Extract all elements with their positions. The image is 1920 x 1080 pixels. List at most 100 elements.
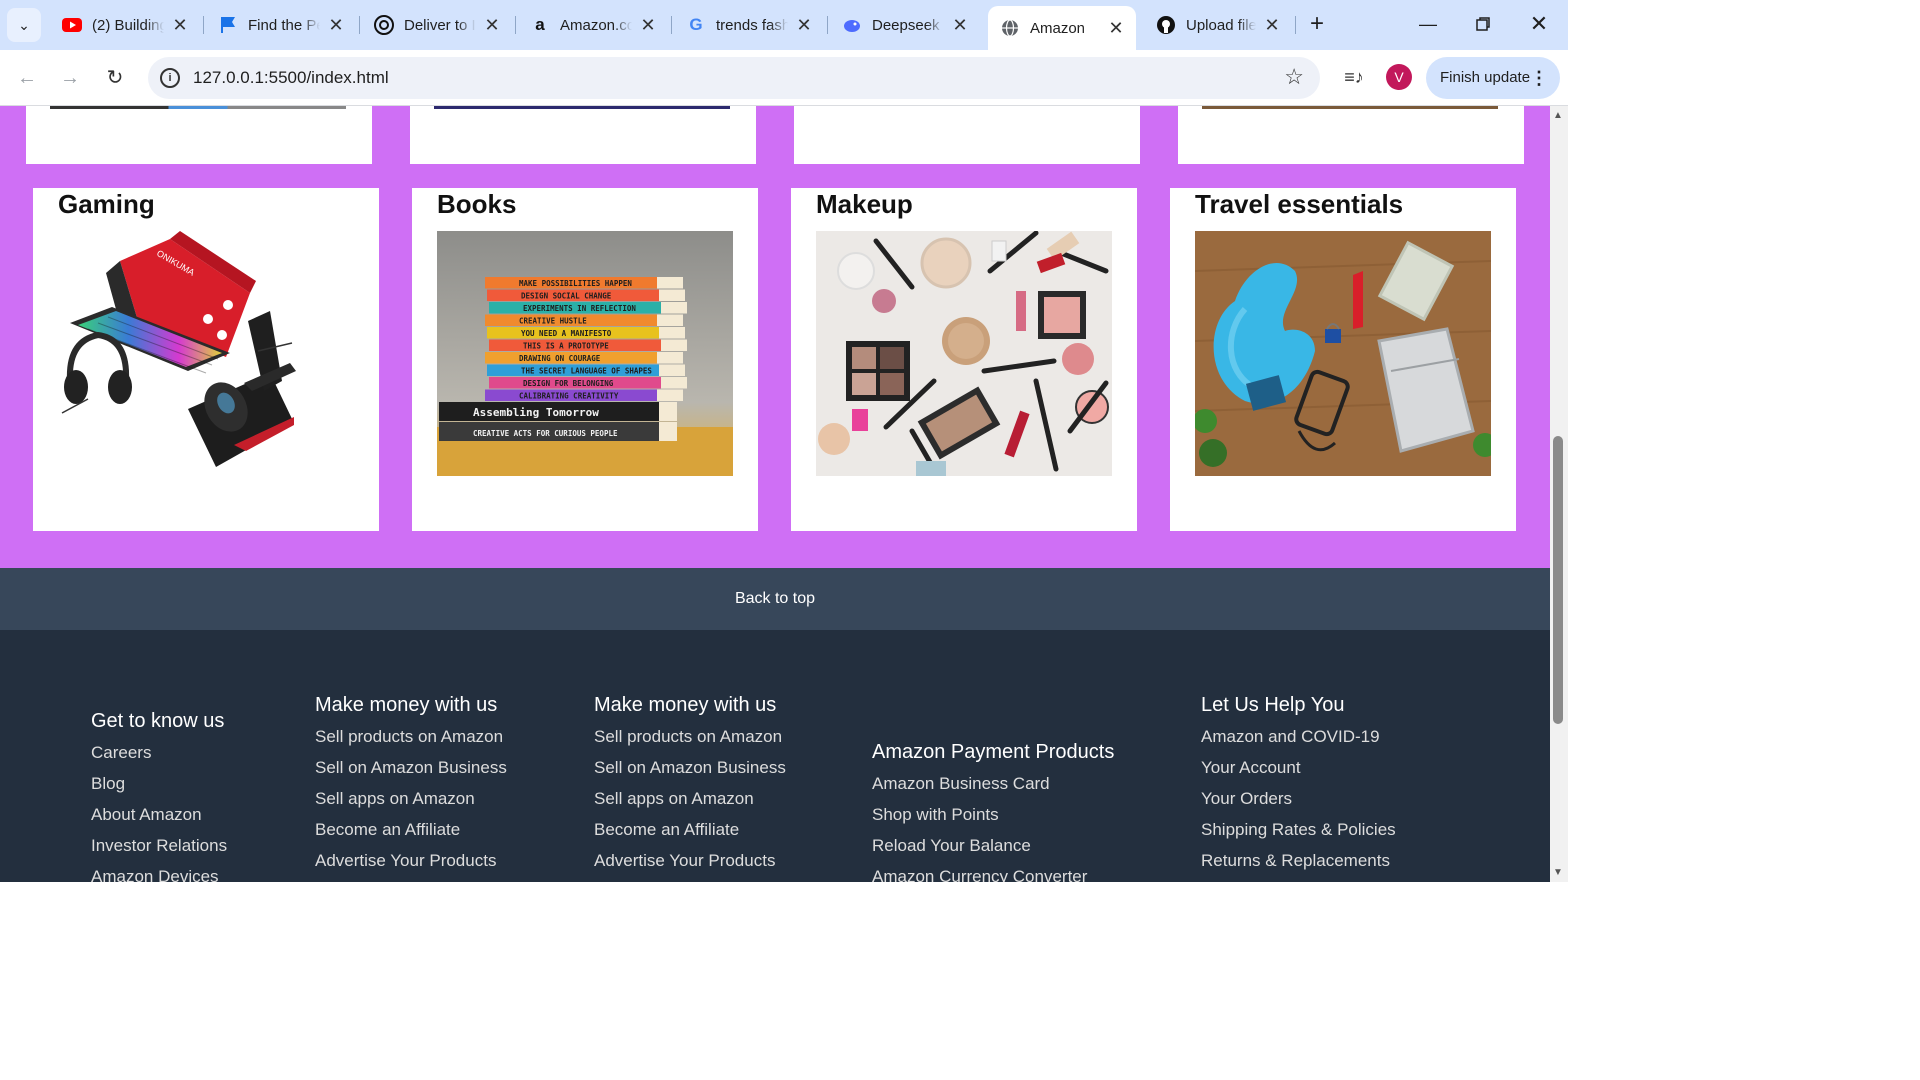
footer-link[interactable]: Advertise Your Products <box>594 850 786 881</box>
book-pages <box>659 289 685 301</box>
tab-deliver[interactable]: Deliver to I ✕ <box>362 8 512 42</box>
scroll-down-arrow-icon[interactable]: ▼ <box>1553 867 1563 878</box>
footer-link[interactable]: Amazon Devices <box>91 866 227 882</box>
footer-link[interactable]: Careers <box>91 742 227 773</box>
tab-title: Find the Pe <box>248 16 320 34</box>
footer-column-make-money: Make money with us Sell products on Amaz… <box>315 694 507 881</box>
footer-heading: Get to know us <box>91 710 225 732</box>
footer-link[interactable]: Blog <box>91 773 227 804</box>
close-icon[interactable]: ✕ <box>170 15 190 36</box>
footer-link[interactable]: Sell products on Amazon <box>594 726 786 757</box>
footer-link[interactable]: Sell on Amazon Business <box>594 757 786 788</box>
footer-link[interactable]: Sell apps on Amazon <box>315 788 507 819</box>
category-card-books[interactable]: Books MAKE POSSIBILITIES HAPPEN DESIGN SO… <box>412 188 758 531</box>
travel-image[interactable] <box>1195 231 1491 476</box>
card-title: Makeup <box>816 189 913 219</box>
profile-avatar[interactable]: V <box>1386 64 1412 90</box>
makeup-image[interactable] <box>816 231 1112 476</box>
back-to-top-link[interactable]: Back to top <box>0 568 1550 630</box>
close-window-button[interactable]: ✕ <box>1524 9 1554 39</box>
amazon-icon: a <box>535 15 545 34</box>
close-icon[interactable]: ✕ <box>482 15 502 36</box>
tab-amazon-co[interactable]: a Amazon.co ✕ <box>518 8 668 42</box>
tab-title: (2) Building <box>92 16 164 34</box>
footer-link[interactable]: Returns & Replacements <box>1201 850 1396 881</box>
tab-google[interactable]: G trends fash ✕ <box>674 8 824 42</box>
books-image[interactable]: MAKE POSSIBILITIES HAPPEN DESIGN SOCIAL C… <box>437 231 733 476</box>
tab-strip: ⌄ (2) Building ✕ Find the Pe ✕ Deliver t… <box>0 0 1568 50</box>
page-viewport: Gaming ONIKUMA Books MAKE POSSIBILITIES … <box>0 106 1550 882</box>
book-pages <box>659 327 685 339</box>
footer-link[interactable]: Become an Affiliate <box>315 819 507 850</box>
close-icon[interactable]: ✕ <box>1106 18 1126 39</box>
footer-link[interactable]: Amazon Business Card <box>872 773 1114 804</box>
openai-icon <box>374 15 394 35</box>
footer-link[interactable]: Sell on Amazon Business <box>315 757 507 788</box>
reload-button[interactable]: ↻ <box>100 63 130 93</box>
close-icon[interactable]: ✕ <box>326 15 346 36</box>
category-card-makeup[interactable]: Makeup <box>791 188 1137 531</box>
bookmark-star-icon[interactable]: ☆ <box>1284 64 1304 90</box>
url-text[interactable]: 127.0.0.1:5500/index.html <box>193 68 389 88</box>
forward-button[interactable]: → <box>55 63 85 93</box>
footer-link[interactable]: Reload Your Balance <box>872 835 1114 866</box>
footer-link[interactable]: Your Orders <box>1201 788 1396 819</box>
tab-title: Upload file <box>1186 16 1256 34</box>
category-card-travel[interactable]: Travel essentials <box>1170 188 1516 531</box>
category-card-gaming[interactable]: Gaming ONIKUMA <box>33 188 379 531</box>
footer-link[interactable]: Your Account <box>1201 757 1396 788</box>
category-card-partial <box>26 106 372 164</box>
tab-divider <box>671 16 672 34</box>
footer-link[interactable]: About Amazon <box>91 804 227 835</box>
footer-heading: Amazon Payment Products <box>872 741 1115 763</box>
book-pages <box>657 277 683 289</box>
footer-link[interactable]: Shipping Rates & Policies <box>1201 819 1396 850</box>
tab-search-button[interactable]: ⌄ <box>7 8 41 42</box>
scroll-up-arrow-icon[interactable]: ▲ <box>1553 110 1563 121</box>
tab-github[interactable]: Upload file ✕ <box>1144 8 1292 42</box>
card-title: Travel essentials <box>1195 189 1404 219</box>
book-pages <box>661 377 687 389</box>
tab-title: trends fash <box>716 16 788 34</box>
footer-link[interactable]: Advertise Your Products <box>315 850 507 881</box>
category-card-partial <box>794 106 1140 164</box>
footer-link[interactable]: Become an Affiliate <box>594 819 786 850</box>
scrollbar-thumb[interactable] <box>1553 436 1563 724</box>
tab-amazon-active[interactable]: Amazon ✕ <box>988 6 1136 50</box>
close-icon[interactable]: ✕ <box>1262 15 1282 36</box>
book-title: DRAWING ON COURAGE <box>519 354 601 363</box>
back-button[interactable]: ← <box>12 63 42 93</box>
footer-link[interactable]: Amazon and COVID-19 <box>1201 726 1396 757</box>
google-icon: G <box>689 15 703 34</box>
address-bar[interactable]: i 127.0.0.1:5500/index.html ☆ <box>148 57 1320 99</box>
footer-link[interactable]: Sell products on Amazon <box>315 726 507 757</box>
media-controls-icon[interactable]: ≡♪ <box>1340 63 1368 91</box>
restore-button[interactable] <box>1468 9 1498 39</box>
minimize-button[interactable]: — <box>1413 9 1443 39</box>
footer-link[interactable]: Amazon Currency Converter <box>872 866 1114 882</box>
info-icon[interactable]: i <box>160 68 180 88</box>
card-title: Books <box>437 189 517 219</box>
footer-link[interactable]: Investor Relations <box>91 835 227 866</box>
footer-heading: Let Us Help You <box>1201 694 1345 716</box>
book-title: THE SECRET LANGUAGE OF SHAPES <box>521 367 652 376</box>
finish-update-button[interactable]: Finish update ⋮ <box>1426 57 1560 99</box>
new-tab-button[interactable]: + <box>1303 10 1331 38</box>
chevron-down-icon: ⌄ <box>18 16 30 33</box>
tab-find[interactable]: Find the Pe ✕ <box>206 8 356 42</box>
category-card-partial <box>410 106 756 164</box>
close-icon[interactable]: ✕ <box>950 15 970 36</box>
tab-deepseek[interactable]: Deepseek ✕ <box>830 8 980 42</box>
page-scrollbar[interactable]: ▲ ▼ <box>1550 106 1568 882</box>
gaming-image[interactable]: ONIKUMA <box>58 231 354 476</box>
more-menu-icon[interactable]: ⋮ <box>1530 57 1548 99</box>
card-image-edge <box>50 106 346 109</box>
tab-youtube[interactable]: (2) Building ✕ <box>50 8 200 42</box>
close-icon[interactable]: ✕ <box>638 15 658 36</box>
site-footer: Get to know us Careers Blog About Amazon… <box>0 630 1550 882</box>
footer-link[interactable]: Sell apps on Amazon <box>594 788 786 819</box>
tab-divider <box>203 16 204 34</box>
close-icon[interactable]: ✕ <box>794 15 814 36</box>
book-title: DESIGN SOCIAL CHANGE <box>521 292 612 301</box>
footer-link[interactable]: Shop with Points <box>872 804 1114 835</box>
